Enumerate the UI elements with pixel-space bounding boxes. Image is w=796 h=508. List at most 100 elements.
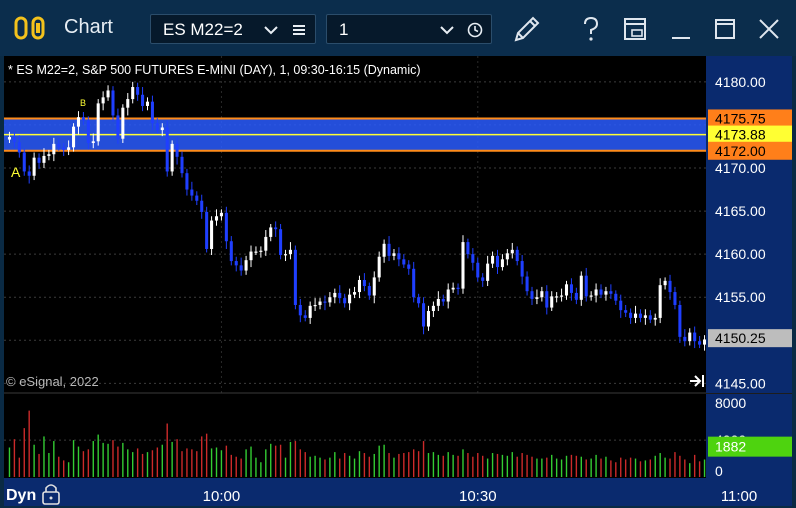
candle-body — [180, 156, 184, 174]
candle-body — [491, 255, 495, 264]
price-pane[interactable] — [4, 56, 706, 392]
candle-body — [150, 101, 154, 124]
candle-body — [234, 261, 238, 266]
candle-body — [402, 259, 406, 265]
candle-body — [72, 126, 76, 148]
candle-body — [372, 277, 376, 296]
volume-tick-label: 8000 — [715, 395, 746, 411]
candle-body — [456, 287, 460, 289]
minimize-button[interactable] — [664, 12, 698, 46]
maximize-icon[interactable] — [708, 12, 742, 46]
chart-area[interactable]: 4180.004175.004170.004165.004160.004155.… — [4, 56, 792, 506]
question-icon[interactable] — [574, 12, 608, 46]
candle-body — [27, 171, 31, 176]
pencil-icon[interactable] — [510, 12, 544, 46]
candle-body — [86, 120, 90, 144]
candle-body — [17, 142, 21, 153]
candle-body — [515, 249, 519, 262]
price-tick-label: 4145.00 — [715, 375, 766, 391]
candle-body — [614, 293, 618, 301]
candle-body — [624, 310, 628, 313]
candle-body — [476, 262, 480, 278]
symbol-value[interactable]: ES M22=2 — [163, 20, 243, 40]
candle-body — [22, 152, 26, 172]
mark-a: A — [11, 164, 21, 180]
candle-body — [441, 298, 445, 302]
title-bar: Chart ES M22=2 1 — [0, 0, 796, 56]
candle-body — [175, 143, 179, 157]
template-button[interactable] — [618, 12, 652, 46]
candle-body — [495, 255, 500, 268]
candle-body — [535, 297, 539, 299]
candle-body — [545, 291, 549, 308]
draw-tool-button[interactable] — [510, 12, 544, 46]
candle-body — [121, 107, 125, 139]
candle-body — [96, 103, 100, 142]
interval-value[interactable]: 1 — [339, 20, 348, 40]
close-icon[interactable] — [752, 12, 786, 46]
candle-body — [333, 292, 337, 298]
candle-body — [259, 250, 263, 252]
candle-body — [42, 155, 46, 163]
time-axis[interactable] — [4, 478, 792, 506]
chart-header: * ES M22=2, S&P 500 FUTURES E-MINI (DAY)… — [8, 63, 421, 77]
candle-body — [106, 90, 110, 98]
candle-body — [52, 143, 56, 155]
candle-body — [155, 123, 159, 131]
candle-body — [348, 294, 352, 304]
chevron-down-icon[interactable] — [439, 22, 455, 38]
candle-body — [510, 249, 514, 254]
maximize-button[interactable] — [708, 12, 742, 46]
candle-body — [525, 276, 529, 292]
interval-combo[interactable]: 1 — [326, 14, 492, 44]
candle-body — [229, 241, 233, 262]
help-button[interactable] — [574, 12, 608, 46]
time-tick-label: 11:00 — [721, 488, 757, 505]
candle-body — [698, 341, 702, 345]
candle-body — [658, 285, 662, 318]
candle-body — [190, 189, 194, 196]
candle-body — [688, 332, 692, 342]
candle-body — [264, 236, 268, 251]
candle-body — [313, 304, 317, 307]
candle-body — [219, 212, 223, 217]
candle-body — [417, 297, 421, 304]
candle-body — [683, 336, 687, 342]
price-chart[interactable]: 4180.004175.004170.004165.004160.004155.… — [4, 56, 792, 506]
layout-icon[interactable] — [618, 12, 652, 46]
chevron-down-icon[interactable] — [263, 22, 279, 38]
candle-body — [619, 300, 623, 311]
candle-body — [7, 136, 11, 140]
candle-body — [589, 295, 593, 297]
candle-body — [505, 253, 509, 260]
candle-body — [101, 97, 105, 104]
candle-body — [584, 275, 588, 297]
close-button[interactable] — [752, 12, 786, 46]
candle-body — [343, 298, 347, 304]
symbol-combo[interactable]: ES M22=2 — [150, 14, 316, 44]
mark-b: B — [80, 98, 86, 108]
candle-body — [160, 127, 164, 131]
candle-body — [574, 292, 578, 300]
candle-body — [200, 200, 204, 212]
candle-body — [471, 254, 475, 263]
candle-body — [362, 280, 366, 287]
candle-body — [353, 292, 357, 295]
candle-body — [387, 243, 391, 256]
price-tick-label: 4160.00 — [715, 246, 766, 262]
scale-mode-label[interactable]: Dyn — [6, 487, 36, 504]
candle-body — [288, 249, 292, 255]
candle-body — [422, 303, 426, 327]
minimize-icon[interactable] — [664, 12, 698, 46]
candle-body — [357, 280, 361, 293]
copyright-text: © eSignal, 2022 — [6, 374, 99, 389]
candle-body — [367, 286, 371, 296]
list-menu-icon[interactable] — [291, 22, 307, 38]
candle-body — [481, 277, 485, 281]
candle-body — [57, 143, 61, 148]
candle-body — [486, 263, 490, 281]
price-tick-label: 4180.00 — [715, 74, 766, 90]
price-level-text: 4175.75 — [715, 110, 766, 126]
candle-body — [338, 292, 342, 299]
clock-icon[interactable] — [467, 22, 483, 38]
